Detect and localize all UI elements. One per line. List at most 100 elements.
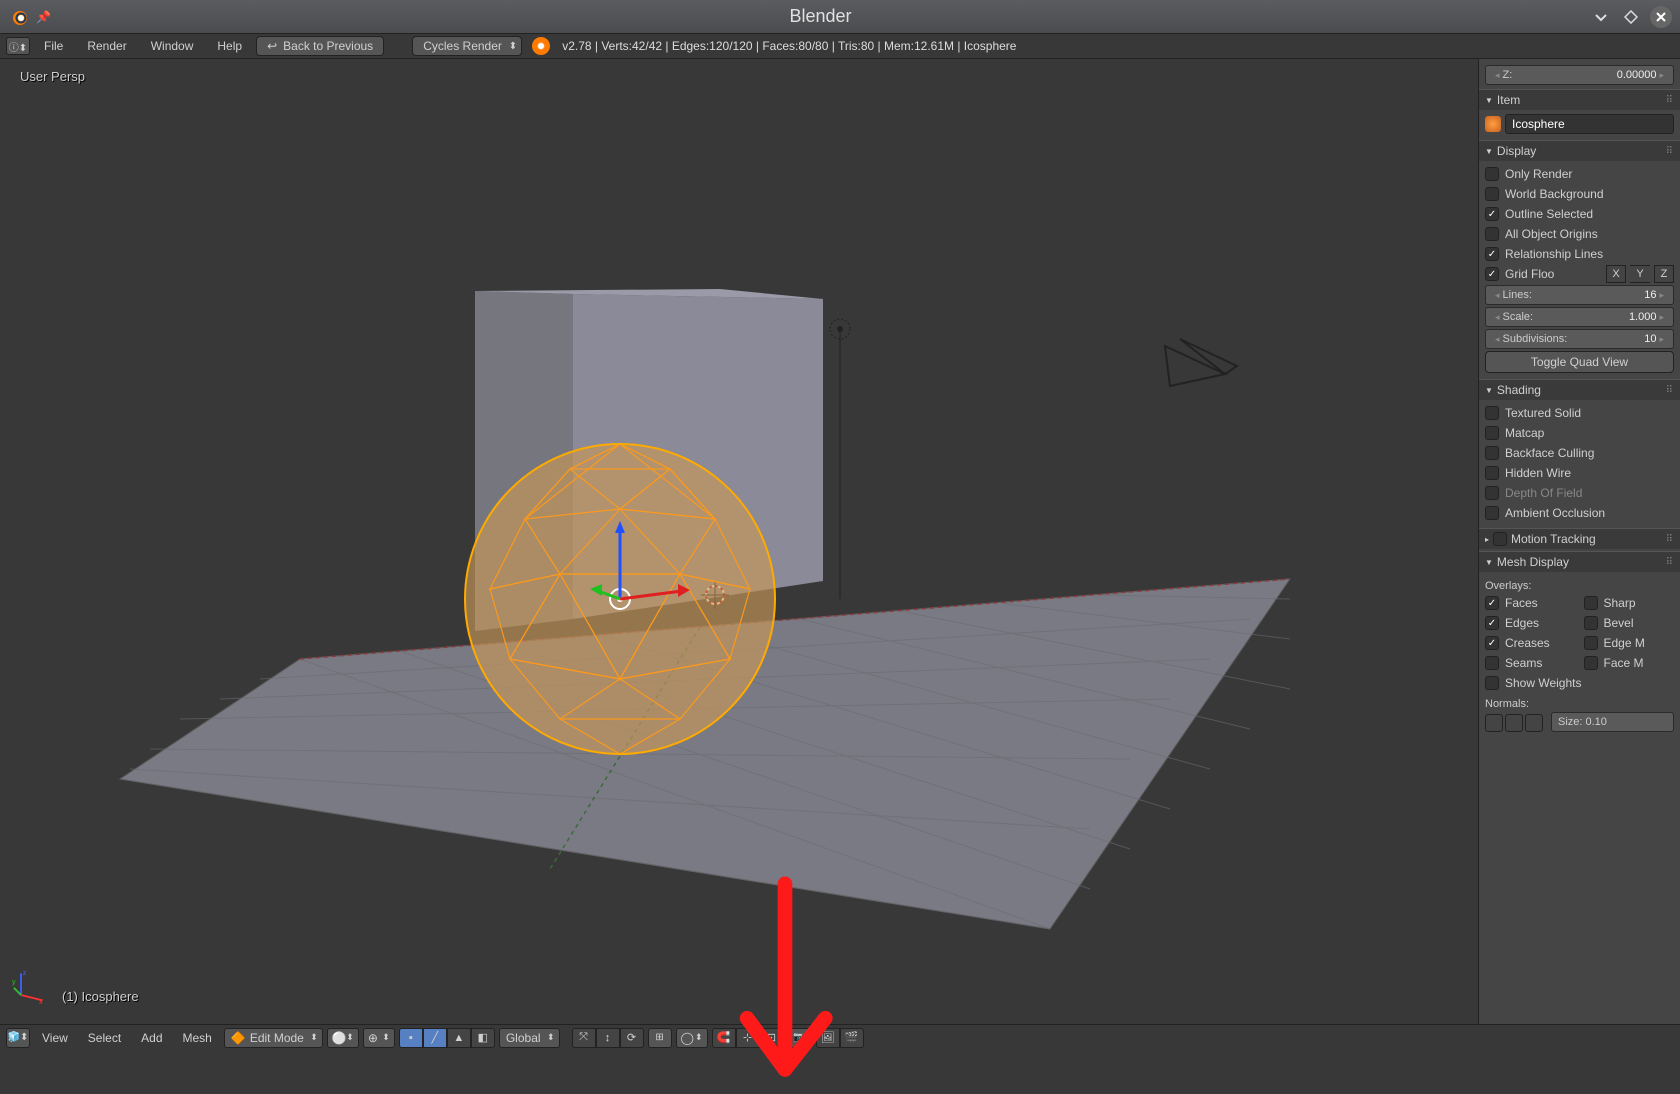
overlay-edgem-check[interactable]: Edge M — [1584, 634, 1675, 652]
canvas-3d — [0, 59, 1478, 1024]
edge-select-toggle[interactable]: ╱ — [423, 1028, 447, 1048]
camera-icon — [1165, 339, 1237, 386]
mesh-display-header[interactable]: ▼Mesh Display⠿ — [1479, 551, 1680, 572]
pin-icon[interactable]: 📌 — [36, 10, 51, 24]
menu-window[interactable]: Window — [141, 37, 204, 55]
overlay-faces-check[interactable]: Faces — [1485, 594, 1576, 612]
render-engine-select[interactable]: Cycles Render — [412, 36, 522, 56]
pivot-icon: ⊕ — [368, 1031, 378, 1045]
overlay-seams-check[interactable]: Seams — [1485, 654, 1576, 672]
maximize-icon[interactable] — [1620, 6, 1642, 28]
axis-gizmo-icon: z x y — [12, 968, 48, 1004]
overlay-creases-check[interactable]: Creases — [1485, 634, 1576, 652]
render-image-icon[interactable]: 🖼 — [816, 1028, 840, 1048]
world-bg-check[interactable]: World Background — [1485, 185, 1674, 203]
overlay-sharp-check[interactable]: Sharp — [1584, 594, 1675, 612]
view3d-header: 🧊⬍ View Select Add Mesh 🔶Edit Mode ⚪ ⊕ ▪… — [0, 1024, 1680, 1050]
orientation-select[interactable]: Global — [499, 1028, 560, 1048]
grid-scale-field[interactable]: ◂Scale:1.000▸ — [1485, 307, 1674, 327]
svg-text:z: z — [23, 968, 27, 977]
normal-loop-icon[interactable] — [1505, 714, 1523, 732]
menu-render[interactable]: Render — [77, 37, 136, 55]
motion-tracking-header[interactable]: ▸Motion Tracking⠿ — [1479, 528, 1680, 549]
info-header: ⓘ⬍ File Render Window Help ↩ Back to Pre… — [0, 34, 1680, 59]
normal-size-field[interactable]: Size: 0.10 — [1551, 712, 1674, 732]
pivot-select[interactable]: ⊕ — [363, 1028, 395, 1048]
snap-group: 🧲 ⊹ ⊡ — [712, 1028, 784, 1048]
translate-manipulator-toggle[interactable]: ↕ — [596, 1028, 620, 1048]
render-anim-icon[interactable]: 🎬 — [840, 1028, 864, 1048]
overlay-bevel-check[interactable]: Bevel — [1584, 614, 1675, 632]
axis-z-toggle[interactable]: Z — [1654, 265, 1674, 283]
normal-face-icon[interactable] — [1525, 714, 1543, 732]
toggle-quad-view-button[interactable]: Toggle Quad View — [1485, 351, 1674, 373]
overlay-edges-check[interactable]: Edges — [1485, 614, 1576, 632]
show-weights-check[interactable]: Show Weights — [1485, 674, 1674, 692]
only-render-check[interactable]: Only Render — [1485, 165, 1674, 183]
relationship-lines-check[interactable]: Relationship Lines — [1485, 245, 1674, 263]
mode-select[interactable]: 🔶Edit Mode — [224, 1028, 323, 1048]
item-panel-header[interactable]: ▼Item⠿ — [1479, 89, 1680, 110]
layers-icon[interactable]: ⊞ — [648, 1028, 672, 1048]
window-title: Blender — [51, 6, 1590, 27]
manipulator-group: ⤧ ↕ ⟳ — [572, 1028, 644, 1048]
grid-subdiv-field[interactable]: ◂Subdivisions:10▸ — [1485, 329, 1674, 349]
scene-stats: v2.78 | Verts:42/42 | Edges:120/120 | Fa… — [562, 39, 1016, 53]
transform-z-field[interactable]: ◂Z: 0.00000▸ — [1485, 65, 1674, 85]
add-menu[interactable]: Add — [133, 1031, 170, 1045]
active-object-label: (1) Icosphere — [62, 989, 139, 1004]
ao-check[interactable]: Ambient Occlusion — [1485, 504, 1674, 522]
backface-culling-check[interactable]: Backface Culling — [1485, 444, 1674, 462]
overlay-facem-check[interactable]: Face M — [1584, 654, 1675, 672]
grid-floor-check[interactable]: Grid Floo — [1485, 265, 1602, 283]
editor-type-3dview-icon[interactable]: 🧊⬍ — [6, 1028, 30, 1048]
all-origins-check[interactable]: All Object Origins — [1485, 225, 1674, 243]
axis-y-toggle[interactable]: Y — [1630, 265, 1650, 283]
mesh-menu[interactable]: Mesh — [175, 1031, 220, 1045]
close-icon[interactable] — [1650, 6, 1672, 28]
view-menu[interactable]: View — [34, 1031, 76, 1045]
limit-selection-toggle[interactable]: ◧ — [471, 1028, 495, 1048]
select-menu[interactable]: Select — [80, 1031, 129, 1045]
proportional-icon: ◯ — [681, 1031, 694, 1045]
vertex-select-toggle[interactable]: ▪ — [399, 1028, 423, 1048]
display-panel-header[interactable]: ▼Display⠿ — [1479, 140, 1680, 161]
engine-label: Cycles Render — [423, 39, 502, 53]
normals-label: Normals: — [1485, 698, 1674, 710]
axis-x-toggle[interactable]: X — [1606, 265, 1626, 283]
shading-select[interactable]: ⚪ — [327, 1028, 359, 1048]
back-arrow-icon: ↩ — [267, 39, 277, 53]
titlebar: 📌 Blender — [0, 0, 1680, 34]
rotate-manipulator-toggle[interactable]: ⟳ — [620, 1028, 644, 1048]
viewport-3d[interactable]: User Persp — [0, 59, 1478, 1024]
grid-lines-field[interactable]: ◂Lines:16▸ — [1485, 285, 1674, 305]
menu-file[interactable]: File — [34, 37, 73, 55]
snap-target-toggle[interactable]: ⊡ — [760, 1028, 784, 1048]
back-label: Back to Previous — [283, 39, 373, 53]
select-mode-group: ▪ ╱ ▲ ◧ — [399, 1028, 495, 1048]
properties-panel[interactable]: ◂Z: 0.00000▸ ▼Item⠿ Icosphere ▼Display⠿ … — [1478, 59, 1680, 1024]
face-select-toggle[interactable]: ▲ — [447, 1028, 471, 1048]
sphere-icon: ⚪ — [332, 1031, 347, 1045]
back-to-previous-button[interactable]: ↩ Back to Previous — [256, 36, 384, 56]
svg-text:y: y — [12, 977, 16, 986]
textured-solid-check[interactable]: Textured Solid — [1485, 404, 1674, 422]
shading-panel-header[interactable]: ▼Shading⠿ — [1479, 379, 1680, 400]
snap-toggle[interactable]: 🧲 — [712, 1028, 736, 1048]
opengl-render-icon[interactable]: 📷 — [788, 1028, 812, 1048]
normal-vertex-icon[interactable] — [1485, 714, 1503, 732]
menu-help[interactable]: Help — [207, 37, 252, 55]
snap-increment-toggle[interactable]: ⊹ — [736, 1028, 760, 1048]
object-name-input[interactable]: Icosphere — [1505, 114, 1674, 134]
outline-selected-check[interactable]: Outline Selected — [1485, 205, 1674, 223]
edit-mode-icon: 🔶 — [231, 1031, 246, 1045]
matcap-check[interactable]: Matcap — [1485, 424, 1674, 442]
blender-icon — [8, 7, 28, 27]
editor-type-icon[interactable]: ⓘ⬍ — [6, 37, 30, 55]
minimize-icon[interactable] — [1590, 6, 1612, 28]
lamp-icon — [830, 319, 850, 599]
blender-logo-icon — [532, 37, 550, 55]
hidden-wire-check[interactable]: Hidden Wire — [1485, 464, 1674, 482]
proportional-select[interactable]: ◯ — [676, 1028, 708, 1048]
manipulator-toggle[interactable]: ⤧ — [572, 1028, 596, 1048]
